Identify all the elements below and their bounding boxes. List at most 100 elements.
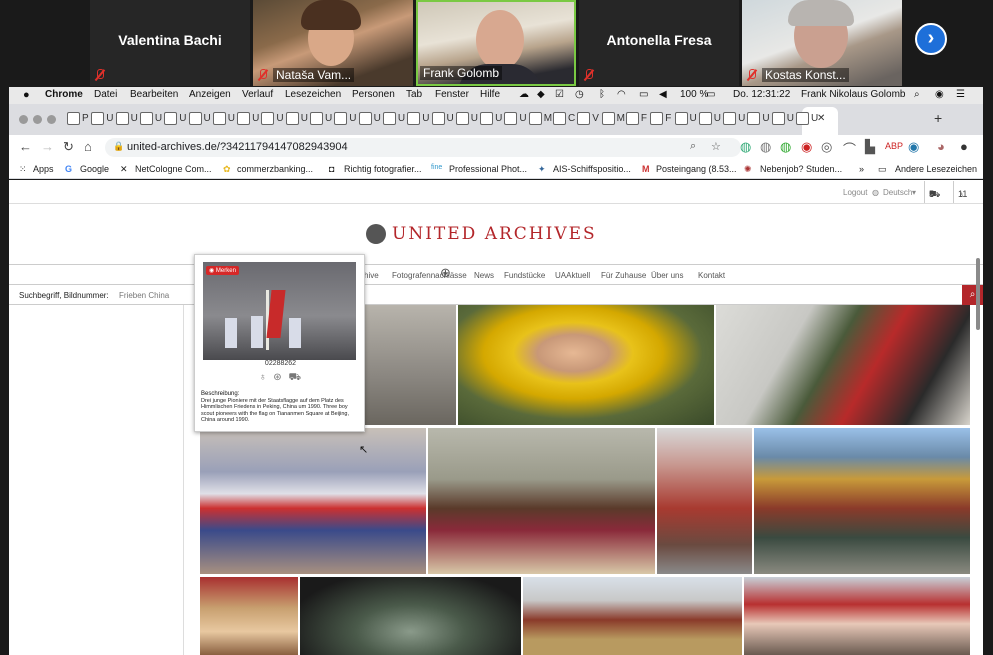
bookmark-apps[interactable]: Apps xyxy=(33,164,54,174)
tab-label[interactable]: U xyxy=(155,113,162,124)
site-logo[interactable]: UNITED ARCHIVES xyxy=(392,224,597,246)
menu-bearbeiten[interactable]: Bearbeiten xyxy=(130,89,178,100)
tab-favicon-icon[interactable] xyxy=(285,112,299,125)
bluetooth-icon[interactable]: ᛒ xyxy=(599,89,605,100)
result-thumbnail[interactable] xyxy=(744,577,970,655)
extension-icon[interactable]: ⌒ xyxy=(843,139,856,158)
pinterest-icon[interactable]: ◉ xyxy=(801,139,812,155)
apple-icon[interactable]: ● xyxy=(23,89,30,101)
extension-icon[interactable]: ◍ xyxy=(780,139,791,155)
tab-favicon-icon[interactable] xyxy=(747,112,761,125)
tab-label[interactable]: C xyxy=(568,113,575,124)
tab-favicon-icon[interactable] xyxy=(625,112,639,125)
tab-favicon-icon[interactable] xyxy=(407,112,421,125)
star-bookmark-icon[interactable]: ☆ xyxy=(711,140,721,153)
tab-favicon-icon[interactable] xyxy=(334,112,348,125)
tab-label[interactable]: U xyxy=(349,113,356,124)
tab-favicon-icon[interactable] xyxy=(261,112,275,125)
logout-link[interactable]: Logout xyxy=(843,188,867,197)
spotlight-search-icon[interactable]: ⌕ xyxy=(914,89,920,100)
nav-fuer-zuhause[interactable]: Für Zuhause xyxy=(601,271,646,280)
tab-favicon-icon[interactable] xyxy=(431,112,445,125)
display-icon[interactable]: ▭ xyxy=(639,89,648,100)
tab-label[interactable]: U xyxy=(690,113,697,124)
next-page-arrow-icon[interactable]: › xyxy=(915,23,947,55)
forward-icon[interactable]: → xyxy=(41,139,54,154)
result-thumbnail[interactable] xyxy=(458,305,714,425)
window-close-button[interactable] xyxy=(19,115,28,124)
tab-label[interactable]: U xyxy=(228,113,235,124)
result-thumbnail[interactable] xyxy=(365,305,456,425)
menu-datei[interactable]: Datei xyxy=(94,89,117,100)
tab-favicon-icon[interactable] xyxy=(237,112,251,125)
lightbox-button[interactable]: ♁ 11 xyxy=(953,181,967,203)
tab-label[interactable]: U xyxy=(325,113,332,124)
participant-tile[interactable]: Antonella Fresa xyxy=(579,0,739,86)
tab-favicon-icon[interactable] xyxy=(796,112,809,125)
tab-favicon-icon[interactable] xyxy=(504,112,518,125)
tab-label[interactable]: U xyxy=(106,113,113,124)
result-thumbnail[interactable] xyxy=(200,577,298,655)
menu-tab[interactable]: Tab xyxy=(406,89,422,100)
clock[interactable]: Do. 12:31:22 xyxy=(733,89,790,100)
bookmark-nebenjob[interactable]: Nebenjob? Studen... xyxy=(760,164,842,174)
tab-label[interactable]: P xyxy=(82,113,89,124)
user-name[interactable]: Frank Nikolaus Golomb xyxy=(801,89,905,100)
tab-favicon-icon[interactable] xyxy=(650,112,664,125)
tab-favicon-icon[interactable] xyxy=(164,112,178,125)
participant-tile[interactable]: Kostas Konst... xyxy=(742,0,902,86)
nav-uaaktuell[interactable]: UAAktuell xyxy=(555,271,590,280)
extension-icon[interactable]: ▙ xyxy=(865,139,875,155)
tab-label[interactable]: U xyxy=(762,113,769,124)
tab-favicon-icon[interactable] xyxy=(771,112,785,125)
participant-tile[interactable]: Nataša Vam... xyxy=(253,0,413,86)
battery-icon[interactable]: ▭ xyxy=(706,89,715,100)
tab-favicon-icon[interactable] xyxy=(528,112,542,125)
menu-lesezeichen[interactable]: Lesezeichen xyxy=(285,89,341,100)
bookmarks-overflow-button[interactable]: » xyxy=(859,164,864,174)
shield-icon[interactable]: ◆ xyxy=(537,89,545,100)
preview-image[interactable]: ◉ Merken xyxy=(203,262,356,360)
menu-verlauf[interactable]: Verlauf xyxy=(242,89,273,100)
license-icon[interactable]: ⊛ xyxy=(273,372,281,383)
result-thumbnail[interactable] xyxy=(754,428,970,574)
extension-icon[interactable]: ◎ xyxy=(821,139,832,155)
home-icon[interactable]: ⌂ xyxy=(84,139,92,154)
tab-favicon-icon[interactable] xyxy=(310,112,323,125)
tab-label[interactable]: U xyxy=(495,113,502,124)
tab-label[interactable]: U xyxy=(738,113,745,124)
history-clock-icon[interactable]: ◷ xyxy=(575,89,584,100)
lightbulb-icon[interactable]: ♁ xyxy=(259,372,267,383)
tab-label[interactable]: V xyxy=(592,113,599,124)
participant-tile[interactable]: Valentina Bachi xyxy=(90,0,250,86)
tab-favicon-icon[interactable] xyxy=(188,112,202,125)
tab-label[interactable]: U xyxy=(204,113,211,124)
bookmark-commerzbank[interactable]: commerzbanking... xyxy=(237,164,313,174)
menu-fenster[interactable]: Fenster xyxy=(435,89,469,100)
cloud-icon[interactable]: ☁ xyxy=(519,89,529,100)
menu-personen[interactable]: Personen xyxy=(352,89,395,100)
reload-icon[interactable]: ↻ xyxy=(63,139,74,155)
tab-favicon-icon[interactable] xyxy=(139,112,153,125)
chrome-menu-icon[interactable]: ● xyxy=(960,139,968,154)
language-select[interactable]: Deutsch xyxy=(883,188,912,197)
tab-label[interactable]: U xyxy=(374,113,381,124)
tab-favicon-icon[interactable] xyxy=(577,112,591,125)
bookmark-ais[interactable]: AIS-Schiffspositio... xyxy=(553,164,631,174)
extension-icon[interactable]: ◉ xyxy=(908,139,919,155)
tab-favicon-icon[interactable] xyxy=(91,112,105,125)
tab-label[interactable]: U xyxy=(276,113,283,124)
extension-icon[interactable]: ◍ xyxy=(760,139,771,155)
tab-favicon-icon[interactable] xyxy=(698,112,712,125)
result-thumbnail[interactable] xyxy=(716,305,970,425)
tab-favicon-icon[interactable] xyxy=(723,112,737,125)
tab-favicon-icon[interactable] xyxy=(455,112,469,125)
bookmark-posteingang[interactable]: Posteingang (8.53... xyxy=(656,164,737,174)
tab-label[interactable]: U xyxy=(519,113,526,124)
tab-label[interactable]: F xyxy=(641,113,647,124)
extension-icon[interactable]: ◍ xyxy=(740,139,751,155)
address-bar[interactable]: 🔒 united-archives.de/?342117941470829439… xyxy=(105,138,741,157)
bookmark-professional-photo[interactable]: Professional Phot... xyxy=(449,164,527,174)
result-thumbnail[interactable] xyxy=(428,428,655,574)
back-icon[interactable]: ← xyxy=(19,139,32,154)
